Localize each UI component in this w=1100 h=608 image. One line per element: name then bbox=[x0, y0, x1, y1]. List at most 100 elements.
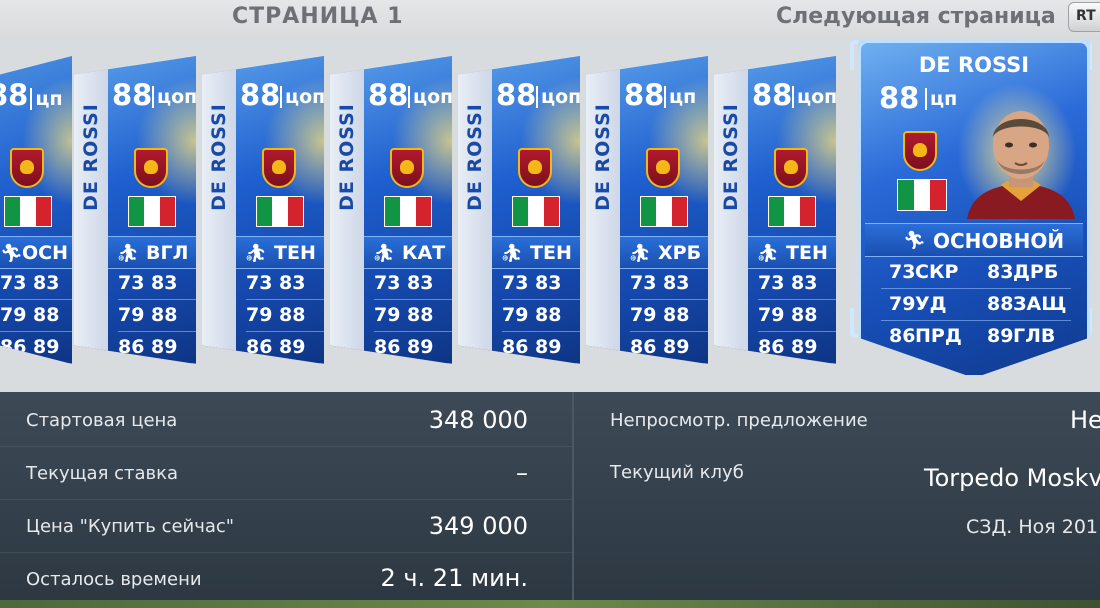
card-rating: 88 bbox=[624, 78, 665, 112]
divider bbox=[881, 320, 1071, 321]
roma-crest-icon bbox=[134, 148, 168, 188]
position-bar: ⛹︎ ВГЛ bbox=[108, 236, 196, 269]
player-card[interactable]: 88цп 🏃︎ ОСН 73 83 79 88 86 89 bbox=[0, 56, 72, 364]
page-title: СТРАНИЦА 1 bbox=[232, 4, 404, 29]
stat-row: 79 88 bbox=[246, 304, 324, 332]
player-card[interactable]: DE ROSSI 88 цоп ⛹︎ ТЕН 73 83 79 88 86 89 bbox=[714, 56, 836, 364]
position-bar: ⛹︎ ТЕН bbox=[748, 236, 836, 269]
current-club-label: Текущий клуб bbox=[610, 462, 744, 483]
stat-row: 79 88 bbox=[630, 304, 708, 332]
divider bbox=[572, 392, 574, 608]
position-bar: ⛹︎ КАТ bbox=[364, 236, 452, 269]
stat-pace: 73СКР bbox=[889, 261, 959, 283]
card-rating: 88 bbox=[879, 81, 920, 115]
stat-row: 73 83 bbox=[502, 272, 580, 300]
current-bid-value: – bbox=[516, 459, 528, 487]
stat-row: 86 89 bbox=[118, 336, 196, 364]
italy-flag-icon bbox=[4, 196, 52, 227]
player-card[interactable]: DE ROSSI 88 цп ⛹︎ ХРБ 73 83 79 88 86 89 bbox=[586, 56, 708, 364]
unseen-offer-label: Непросмотр. предложение bbox=[610, 410, 868, 431]
rt-button[interactable]: RT bbox=[1068, 2, 1100, 32]
stat-dribbling: 83ДРБ bbox=[987, 261, 1059, 283]
unseen-offer-value: Не bbox=[1070, 406, 1100, 434]
roma-crest-icon bbox=[262, 148, 296, 188]
card-position: цоп bbox=[280, 86, 324, 108]
card-rating: 88 bbox=[112, 78, 153, 112]
stat-row: 73 83 bbox=[118, 272, 196, 300]
created-date: СЗД. Ноя 201 bbox=[966, 516, 1099, 538]
roma-crest-icon bbox=[10, 148, 44, 188]
position-bar: 🏃︎ ОСНОВНОЙ bbox=[865, 223, 1083, 257]
page-header: СТРАНИЦА 1 Следующая страница RT bbox=[0, 0, 1100, 40]
stat-row: 86 89 bbox=[630, 336, 708, 364]
stat-row: 86 89 bbox=[0, 336, 72, 364]
stat-row: 73 83 bbox=[0, 272, 72, 300]
card-name-strip: DE ROSSI bbox=[202, 65, 236, 355]
italy-flag-icon bbox=[640, 196, 688, 227]
italy-flag-icon bbox=[384, 196, 432, 227]
italy-flag-icon bbox=[256, 196, 304, 227]
player-name: DE ROSSI bbox=[918, 53, 1030, 77]
roma-crest-icon bbox=[903, 131, 937, 171]
card-name-strip: DE ROSSI bbox=[330, 65, 364, 355]
stat-row: 86 89 bbox=[374, 336, 452, 364]
card-rating: 88 bbox=[240, 78, 281, 112]
player-card[interactable]: DE ROSSI 88 цоп ⛹︎ ТЕН 73 83 79 88 86 89 bbox=[458, 56, 580, 364]
stat-row: 73 83 bbox=[758, 272, 836, 300]
stat-row: 79 88 bbox=[758, 304, 836, 332]
stat-defending: 88ЗАЩ bbox=[987, 293, 1067, 315]
player-diving-icon: ⛹︎ bbox=[628, 243, 651, 264]
card-name-strip: DE ROSSI bbox=[74, 65, 108, 355]
start-price-value: 348 000 bbox=[428, 406, 528, 434]
italy-flag-icon bbox=[897, 179, 947, 211]
roma-crest-icon bbox=[518, 148, 552, 188]
player-kicking-icon: ⛹︎ bbox=[244, 243, 267, 264]
player-card[interactable]: DE ROSSI 88 цоп ⛹︎ ВГЛ 73 83 79 88 86 89 bbox=[74, 56, 196, 364]
roma-crest-icon bbox=[646, 148, 680, 188]
player-sliding-icon: ⛹︎ bbox=[116, 243, 139, 264]
stat-row: 79 88 bbox=[0, 304, 72, 332]
roma-crest-icon bbox=[390, 148, 424, 188]
buy-now-label: Цена "Купить сейчас" bbox=[26, 516, 235, 537]
stat-row: 73 83 bbox=[630, 272, 708, 300]
stat-row: 73 83 bbox=[374, 272, 452, 300]
buy-now-value: 349 000 bbox=[428, 512, 528, 540]
card-position: цоп bbox=[536, 86, 580, 108]
stat-row: 79 88 bbox=[118, 304, 196, 332]
stat-heading: 89ГЛВ bbox=[987, 325, 1056, 347]
time-left-label: Осталось времени bbox=[26, 569, 202, 590]
start-price-label: Стартовая цена bbox=[26, 410, 178, 431]
current-club-value: Torpedo Moskv bbox=[924, 464, 1100, 492]
player-kicking-icon: ⛹︎ bbox=[500, 243, 523, 264]
player-standing-icon: 🏃︎ bbox=[903, 230, 926, 251]
card-name-strip: DE ROSSI bbox=[458, 65, 492, 355]
position-bar: 🏃︎ ОСН bbox=[0, 236, 72, 269]
roma-crest-icon bbox=[774, 148, 808, 188]
stat-row: 86 89 bbox=[246, 336, 324, 364]
stat-row: 79 88 bbox=[374, 304, 452, 332]
featured-player-card[interactable]: DE ROSSI 88 цп 🏃︎ ОСНОВНОЙ 73СКР 83ДРБ 7… bbox=[858, 40, 1090, 378]
current-bid-label: Текущая ставка bbox=[26, 463, 179, 484]
divider bbox=[881, 288, 1071, 289]
next-page-link[interactable]: Следующая страница bbox=[776, 4, 1056, 29]
stat-shooting: 79УД bbox=[889, 293, 947, 315]
player-photo bbox=[967, 111, 1075, 219]
card-position: цп bbox=[664, 86, 696, 108]
card-position: цоп bbox=[792, 86, 836, 108]
italy-flag-icon bbox=[768, 196, 816, 227]
position-bar: ⛹︎ ТЕН bbox=[236, 236, 324, 269]
player-card[interactable]: DE ROSSI 88 цоп ⛹︎ ТЕН 73 83 79 88 86 89 bbox=[202, 56, 324, 364]
card-carousel: 88цп 🏃︎ ОСН 73 83 79 88 86 89 DE ROSSI 8… bbox=[0, 40, 1100, 390]
divider bbox=[0, 446, 572, 447]
player-card[interactable]: DE ROSSI 88 цоп ⛹︎ КАТ 73 83 79 88 86 89 bbox=[330, 56, 452, 364]
stat-row: 86 89 bbox=[502, 336, 580, 364]
player-standing-icon: 🏃︎ bbox=[0, 243, 23, 264]
card-position: цп bbox=[925, 88, 957, 110]
stat-row: 73 83 bbox=[246, 272, 324, 300]
auction-info-panel: Стартовая цена 348 000 Текущая ставка – … bbox=[0, 392, 1100, 608]
divider bbox=[0, 499, 572, 500]
italy-flag-icon bbox=[128, 196, 176, 227]
card-rating: 88цп bbox=[0, 78, 63, 112]
italy-flag-icon bbox=[512, 196, 560, 227]
position-bar: ⛹︎ ТЕН bbox=[492, 236, 580, 269]
